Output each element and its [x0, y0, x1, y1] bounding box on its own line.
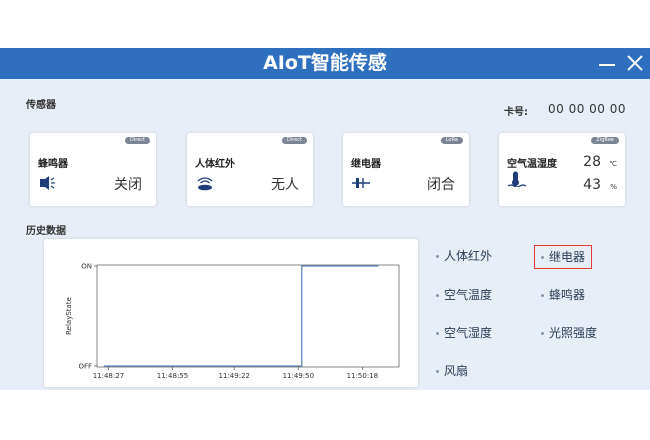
minimize-icon[interactable]: [594, 51, 620, 77]
plot-frame: [96, 264, 400, 368]
y-tick-label: ON: [81, 263, 92, 271]
close-icon[interactable]: [622, 51, 648, 77]
humidity-value: 43: [583, 177, 601, 193]
option-label: 空气温度: [444, 288, 493, 302]
bullet-icon: [436, 370, 439, 373]
relay-icon: [352, 178, 370, 188]
history-line-chart: OFF ON 11:48:27 11:48:55 11:49:22 11:49:50 11:…: [65, 263, 400, 380]
bullet-icon: [541, 256, 544, 259]
option-light-intensity[interactable]: 光照强度: [541, 322, 597, 344]
option-relay[interactable]: 继电器: [534, 245, 593, 269]
card-number-value: 00 00 00 00: [548, 102, 627, 116]
infrared-icon: [197, 177, 213, 191]
history-section-label: 历史数据: [26, 226, 66, 237]
sensor-card-buzzer[interactable]: Direct 蜂鸣器 关闭: [30, 133, 156, 206]
card-value: 关闭: [114, 177, 142, 193]
card-title: 蜂鸣器: [38, 159, 68, 170]
card-value: 无人: [271, 177, 299, 193]
card-badge: Direct: [125, 137, 150, 144]
y-tick-label: OFF: [78, 363, 92, 371]
sensor-card-relay[interactable]: LoRa 继电器 闭合: [343, 133, 469, 206]
y-axis-label: RelayState: [65, 297, 73, 335]
card-title: 人体红外: [195, 159, 235, 170]
card-title: 空气温湿度: [507, 159, 557, 170]
sensors-section-label: 传感器: [26, 100, 56, 111]
bullet-icon: [436, 294, 439, 297]
option-label: 光照强度: [549, 326, 598, 340]
option-air-humidity[interactable]: 空气湿度: [436, 322, 492, 344]
card-title: 继电器: [351, 159, 381, 170]
x-tick-label: 11:50:18: [347, 372, 378, 380]
x-tick-label: 11:49:22: [219, 372, 250, 380]
x-tick-label: 11:48:55: [157, 372, 188, 380]
relay-state-line: [103, 265, 379, 367]
option-label: 蜂鸣器: [549, 288, 586, 302]
option-label: 风扇: [444, 364, 469, 378]
x-tick-label: 11:48:27: [93, 372, 124, 380]
option-label: 人体红外: [444, 249, 493, 263]
humidity-unit: %: [610, 183, 617, 191]
card-badge: ZigBee: [591, 137, 619, 144]
window-title: AIoT智能传感: [263, 52, 387, 74]
bullet-icon: [436, 255, 439, 258]
temperature-value: 28: [583, 154, 601, 170]
title-bar: AIoT智能传感: [0, 48, 650, 79]
sensor-card-temp-humidity[interactable]: ZigBee 空气温湿度 28 ℃ 43 %: [499, 133, 625, 206]
option-label: 空气湿度: [444, 326, 493, 340]
thermometer-icon: [507, 171, 527, 187]
card-value: 闭合: [427, 177, 455, 193]
x-tick-label: 11:49:50: [283, 372, 314, 380]
bullet-icon: [436, 332, 439, 335]
sensor-card-infrared[interactable]: Direct 人体红外 无人: [187, 133, 313, 206]
bullet-icon: [541, 332, 544, 335]
card-badge: LoRa: [440, 137, 463, 144]
option-fan[interactable]: 风扇: [436, 360, 468, 382]
temperature-unit: ℃: [609, 160, 617, 168]
option-air-temperature[interactable]: 空气温度: [436, 284, 492, 306]
card-number-label: 卡号:: [504, 107, 528, 118]
app-window: AIoT智能传感 传感器 卡号: 00 00 00 00 Direct 蜂鸣器 …: [0, 48, 650, 390]
card-badge: Direct: [282, 137, 307, 144]
bullet-icon: [541, 294, 544, 297]
history-chart-panel: OFF ON 11:48:27 11:48:55 11:49:22 11:49:50 11:…: [44, 239, 418, 387]
buzzer-icon: [40, 176, 55, 190]
option-infrared[interactable]: 人体红外: [436, 245, 492, 267]
option-buzzer[interactable]: 蜂鸣器: [541, 284, 585, 306]
option-label: 继电器: [549, 250, 586, 264]
